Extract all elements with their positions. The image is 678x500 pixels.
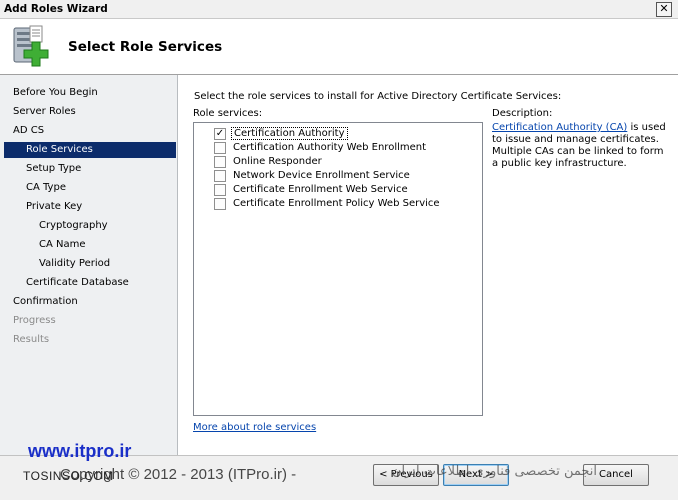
more-about-role-services-link[interactable]: More about role services	[193, 422, 316, 433]
checkbox-icon[interactable]	[214, 156, 226, 168]
checkbox-icon[interactable]	[214, 170, 226, 182]
instruction-text: Select the role services to install for …	[194, 91, 562, 102]
window-title-bar: Add Roles Wizard ✕	[0, 0, 678, 19]
nav-item-progress: Progress	[13, 315, 56, 326]
watermark-copyright: Copyright © 2012 - 2013 (ITPro.ir) -	[60, 466, 297, 483]
checkbox-icon[interactable]	[214, 198, 226, 210]
wizard-nav: Before You Begin Server Roles AD CS Role…	[0, 75, 178, 467]
checkbox-icon[interactable]	[214, 142, 226, 154]
nav-item-setup-type[interactable]: Setup Type	[26, 161, 81, 177]
nav-item-results: Results	[13, 334, 50, 345]
nav-item-server-roles[interactable]: Server Roles	[13, 104, 76, 120]
role-service-label: Certificate Enrollment Policy Web Servic…	[233, 198, 440, 209]
role-service-label: Network Device Enrollment Service	[233, 170, 410, 181]
main-panel: Select the role services to install for …	[178, 75, 678, 467]
nav-item-cryptography[interactable]: Cryptography	[39, 218, 108, 234]
window-title: Add Roles Wizard	[4, 3, 108, 15]
description-link[interactable]: Certification Authority (CA)	[492, 122, 627, 133]
role-services-list[interactable]: ✓ Certification Authority Certification …	[193, 122, 483, 416]
checkbox-checked-icon[interactable]: ✓	[214, 128, 226, 140]
server-add-icon	[13, 25, 49, 67]
wizard-header: Select Role Services	[0, 19, 678, 75]
role-service-label: Certification Authority	[231, 127, 348, 140]
nav-item-certificate-database[interactable]: Certificate Database	[26, 275, 129, 291]
watermark-url: www.itpro.ir	[28, 441, 132, 461]
checkbox-icon[interactable]	[214, 184, 226, 196]
close-icon[interactable]: ✕	[656, 2, 672, 17]
nav-item-role-services[interactable]: Role Services	[4, 142, 176, 158]
nav-item-private-key[interactable]: Private Key	[26, 199, 82, 215]
nav-item-ca-name[interactable]: CA Name	[39, 237, 86, 253]
nav-item-before-you-begin[interactable]: Before You Begin	[13, 85, 98, 101]
nav-item-ca-type[interactable]: CA Type	[26, 180, 66, 196]
description-label: Description:	[492, 108, 553, 119]
nav-item-validity-period[interactable]: Validity Period	[39, 256, 110, 272]
nav-item-confirmation[interactable]: Confirmation	[13, 294, 78, 310]
nav-item-ad-cs[interactable]: AD CS	[13, 123, 44, 139]
role-services-label: Role services:	[193, 108, 263, 119]
role-service-label: Certificate Enrollment Web Service	[233, 184, 408, 195]
role-service-label: Online Responder	[233, 156, 322, 167]
description-text: Certification Authority (CA) is used to …	[492, 122, 668, 170]
page-title: Select Role Services	[68, 39, 223, 55]
watermark-persian: انجمن تخصصی فناوری اطلاعات ایران	[392, 464, 598, 479]
role-service-label: Certification Authority Web Enrollment	[233, 142, 427, 153]
